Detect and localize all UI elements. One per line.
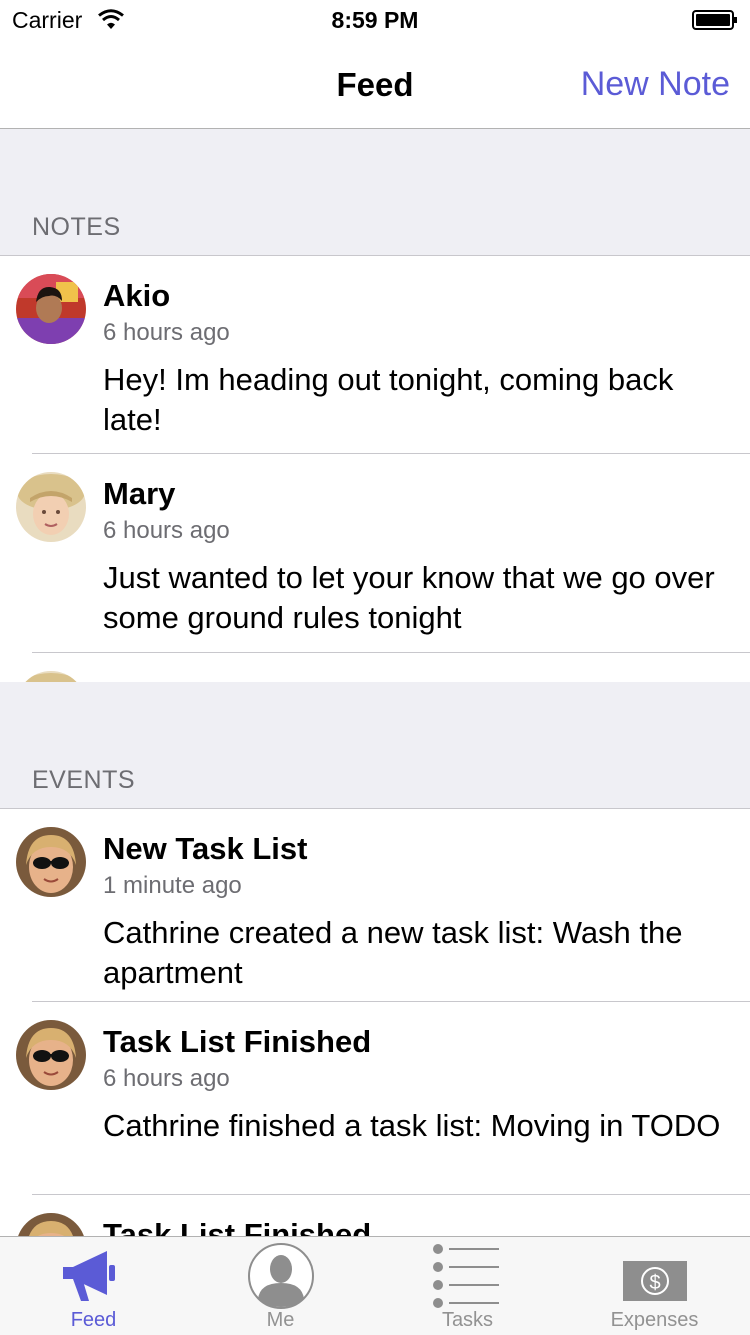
list-item[interactable] — [0, 653, 750, 682]
tab-expenses[interactable]: $ Expenses — [561, 1237, 748, 1335]
avatar-mary — [16, 472, 86, 542]
item-time: 1 minute ago — [103, 872, 242, 899]
megaphone-icon — [62, 1251, 115, 1301]
new-note-button[interactable]: New Note — [581, 65, 730, 104]
events-section-header: EVENTS — [0, 682, 750, 809]
notes-list[interactable]: Akio 6 hours ago Hey! Im heading out ton… — [0, 256, 750, 682]
item-time: 6 hours ago — [103, 1065, 230, 1092]
item-body: Cathrine created a new task list: Wash t… — [103, 915, 683, 990]
tab-label: Expenses — [610, 1309, 699, 1331]
tab-label: Me — [266, 1309, 295, 1331]
navigation-bar: Feed New Note — [0, 40, 750, 129]
tab-feed[interactable]: Feed — [0, 1237, 187, 1335]
status-time: 8:59 PM — [331, 7, 419, 33]
status-bar: Carrier 8:59 PM — [0, 0, 750, 40]
item-name: Mary — [103, 476, 176, 511]
tab-label: Feed — [70, 1309, 117, 1331]
item-name: Akio — [103, 278, 171, 313]
list-item[interactable]: Mary 6 hours ago Just wanted to let your… — [0, 454, 750, 653]
tab-tasks[interactable]: Tasks — [374, 1237, 561, 1335]
item-body: Hey! Im heading out tonight, coming back… — [103, 362, 674, 437]
tab-bar: Feed Me Tasks $ Expenses — [0, 1236, 750, 1335]
item-name: Task List Finished — [103, 1217, 372, 1236]
avatar-cathrine — [16, 827, 86, 897]
person-icon — [247, 1243, 314, 1309]
money-icon: $ — [622, 1261, 687, 1301]
section-label-events: EVENTS — [32, 766, 136, 794]
events-list[interactable]: New Task List 1 minute ago Cathrine crea… — [0, 809, 750, 1236]
list-icon — [432, 1244, 499, 1308]
list-item[interactable]: Task List Finished 6 hours ago Cathrine … — [0, 1002, 750, 1195]
avatar-partial — [16, 671, 86, 682]
section-label-notes: NOTES — [32, 213, 121, 241]
tab-label: Tasks — [441, 1309, 494, 1331]
item-name: Task List Finished — [103, 1024, 372, 1059]
list-item[interactable]: Task List Finished — [0, 1195, 750, 1236]
item-body: Just wanted to let your know that we go … — [103, 560, 715, 635]
item-time: 6 hours ago — [103, 319, 230, 346]
avatar-cathrine — [16, 1020, 86, 1090]
tab-me[interactable]: Me — [187, 1237, 374, 1335]
avatar-akio — [16, 274, 86, 344]
list-item[interactable]: Akio 6 hours ago Hey! Im heading out ton… — [0, 256, 750, 454]
item-time: 6 hours ago — [103, 517, 230, 544]
item-body: Cathrine finished a task list: Moving in… — [103, 1108, 721, 1143]
battery-icon — [692, 10, 737, 30]
svg-text:$: $ — [649, 1272, 660, 1294]
list-item[interactable]: New Task List 1 minute ago Cathrine crea… — [0, 809, 750, 1002]
notes-section-header: NOTES — [0, 129, 750, 256]
avatar-cathrine — [16, 1213, 86, 1236]
item-name: New Task List — [103, 831, 308, 866]
